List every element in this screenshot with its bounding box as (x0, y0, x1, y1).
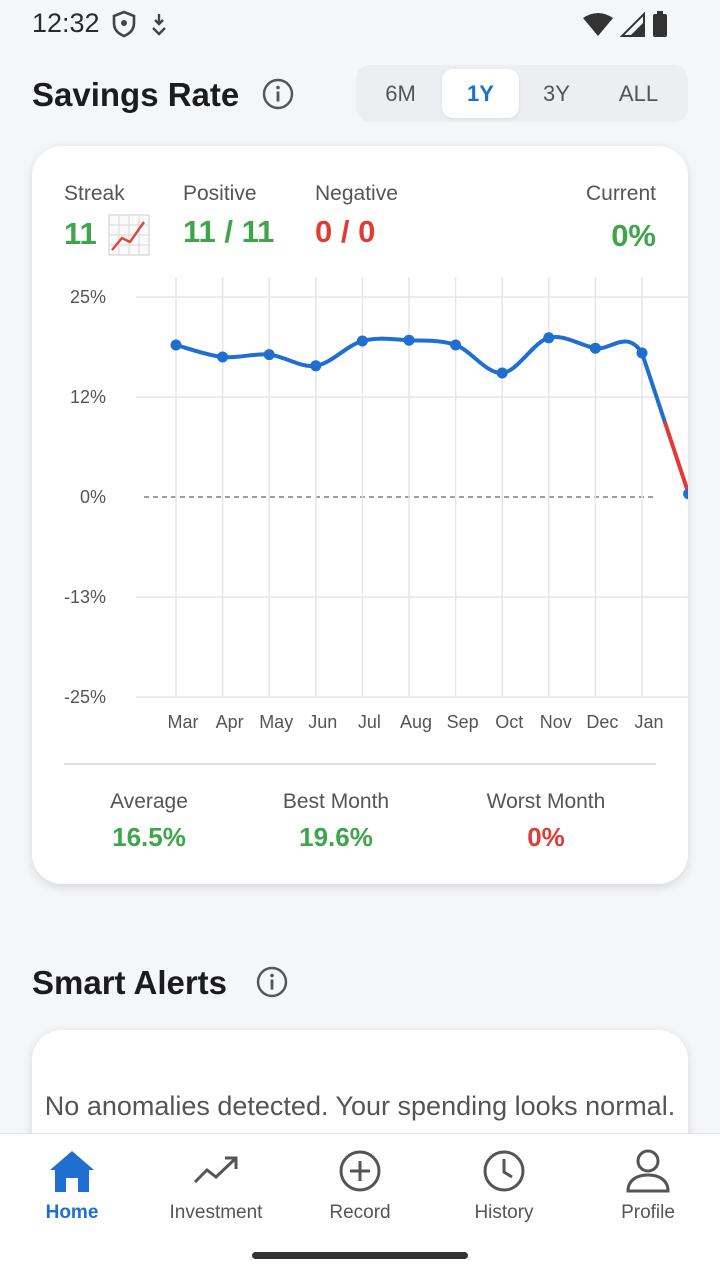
data-point-apr (217, 351, 229, 363)
y-tick-label: 25% (70, 287, 106, 307)
nav-record-label: Record (329, 1202, 391, 1223)
nav-history-label: History (474, 1202, 534, 1223)
plus-circle-icon (339, 1150, 381, 1192)
data-point-sep (450, 339, 462, 351)
x-tick-label: Jan (634, 712, 663, 732)
data-point-nov (543, 332, 555, 344)
x-tick-label: Apr (216, 712, 244, 732)
nav-history[interactable]: History (432, 1146, 576, 1236)
x-tick-label: May (259, 712, 293, 732)
data-point-mar (170, 339, 182, 351)
data-point-jun (310, 360, 322, 372)
period-1y-button[interactable]: 1Y (442, 69, 519, 118)
worst-month-value: 0% (527, 822, 565, 852)
nav-home[interactable]: Home (0, 1146, 144, 1236)
bottom-nav: Home Investment Record History Profile (0, 1133, 720, 1280)
nav-home-label: Home (45, 1202, 99, 1223)
data-point-feb (683, 488, 688, 500)
x-tick-label: Oct (495, 712, 523, 732)
home-indicator (252, 1252, 468, 1259)
worst-month-label: Worst Month (486, 790, 606, 813)
home-icon (50, 1151, 94, 1192)
data-point-jul (356, 335, 368, 347)
best-month-value: 19.6% (299, 822, 373, 852)
savings-rate-card: Streak 11 Positive 11 / 11 Negative 0 / … (32, 146, 688, 884)
trend-icon (193, 1156, 238, 1184)
download-icon (152, 14, 166, 36)
x-tick-label: Jun (308, 712, 337, 732)
average-value: 16.5% (112, 822, 186, 852)
x-tick-label: Sep (447, 712, 479, 732)
y-tick-label: 12% (70, 387, 106, 407)
period-6m-button[interactable]: 6M (362, 69, 439, 118)
status-time: 12:32 (32, 8, 100, 38)
savings-line-drop (640, 351, 668, 426)
data-point-jan (636, 347, 648, 359)
battery-icon (653, 11, 667, 37)
savings-rate-title: Savings Rate (32, 76, 240, 113)
shield-icon (112, 10, 136, 38)
best-month-label: Best Month (282, 790, 390, 813)
clock-icon (483, 1150, 525, 1192)
nav-profile-label: Profile (621, 1202, 675, 1223)
nav-profile[interactable]: Profile (576, 1146, 720, 1236)
status-right-icons (582, 10, 668, 38)
nav-investment[interactable]: Investment (144, 1146, 288, 1236)
data-point-oct (496, 367, 508, 379)
smart-alerts-title: Smart Alerts (32, 964, 228, 1001)
x-tick-label: Aug (400, 712, 432, 732)
data-point-dec (589, 342, 601, 354)
person-icon (626, 1149, 670, 1193)
x-tick-label: Mar (168, 712, 199, 732)
status-left-icons (112, 10, 168, 38)
period-all-button[interactable]: ALL (600, 69, 677, 118)
y-tick-label: -25% (64, 687, 106, 707)
x-tick-label: Dec (586, 712, 618, 732)
data-point-may (263, 349, 275, 361)
status-bar: 12:32 (0, 0, 720, 48)
alerts-info-icon[interactable] (256, 966, 288, 998)
alert-message: No anomalies detected. Your spending loo… (44, 1091, 676, 1121)
nav-record[interactable]: Record (288, 1146, 432, 1236)
savings-line-negative-segment (663, 421, 688, 496)
x-tick-label: Jul (358, 712, 381, 732)
wifi-icon (583, 13, 613, 36)
info-icon[interactable] (262, 78, 294, 110)
period-toggle: 6M 1Y 3Y ALL (356, 65, 688, 122)
data-point-aug (403, 334, 415, 346)
card-divider (64, 763, 656, 765)
x-tick-label: Nov (540, 712, 572, 732)
signal-icon (620, 12, 645, 37)
period-3y-button[interactable]: 3Y (518, 69, 595, 118)
y-tick-label: -13% (64, 587, 106, 607)
savings-rate-chart: 25% 12% 0% -13% -25% Mar Apr May Jun Jul Aug Sep Oct… (64, 277, 688, 732)
nav-investment-label: Investment (169, 1202, 263, 1223)
average-label: Average (110, 790, 188, 813)
y-tick-label: 0% (80, 487, 106, 507)
